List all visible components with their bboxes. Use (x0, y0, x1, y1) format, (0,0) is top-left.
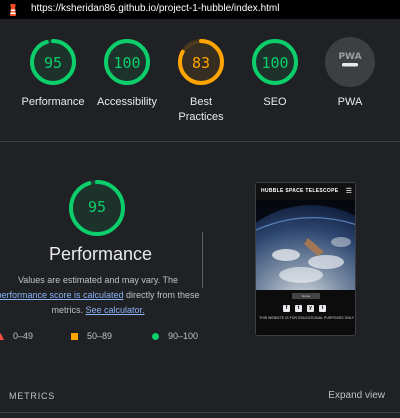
gauge-label: SEO (263, 96, 287, 108)
gauge-label: Performance (21, 96, 85, 108)
legend-pass: 90–100 (152, 331, 198, 341)
gauge-score: 83 (191, 54, 211, 72)
youtube-icon: y (307, 305, 314, 312)
hamburger-icon: ☰ (345, 188, 352, 195)
score-calculated-link[interactable]: performance score is calculated (0, 290, 124, 300)
gauge-label: Best Practices (161, 95, 241, 125)
metrics-divider (0, 412, 400, 413)
note-line3-prefix: metrics. (51, 305, 86, 315)
gauge-label-line1: Best (189, 96, 212, 108)
category-gauges: 95 Performance 100 Accessibility 83 Best… (0, 19, 400, 137)
gauge-score: 100 (261, 54, 289, 72)
metrics-heading: METRICS (9, 391, 56, 401)
screenshot-nav: HUBBLE SPACE TELESCOPE ☰ (256, 183, 355, 200)
gauge-score: 100 (113, 54, 141, 72)
square-icon (71, 332, 78, 340)
earth-image (256, 200, 355, 290)
legend-average-label: 50–89 (87, 331, 113, 341)
legend-pass-label: 90–100 (168, 331, 199, 341)
screenshot-site-title: HUBBLE SPACE TELESCOPE (261, 188, 339, 194)
gauge-label: PWA (337, 96, 363, 108)
facebook-icon: f (283, 305, 290, 312)
see-calculator-link[interactable]: See calculator. (85, 305, 144, 315)
legend-fail-label: 0–49 (13, 331, 34, 341)
social-icons: f t y i (283, 305, 326, 312)
gauge-label-line2: Practices (178, 111, 224, 123)
score-legend: 0–49 50–89 90–100 (0, 331, 210, 345)
circle-icon (152, 332, 159, 340)
screenshot-footer: f t y i THIS WEBSITE IS FOR EDUCATIONAL … (256, 300, 355, 335)
performance-score: 95 (87, 198, 107, 216)
page-url[interactable]: https://ksheridan86.github.io/project-1-… (31, 3, 279, 14)
screenshot-tag: Home (292, 293, 320, 299)
performance-note: Values are estimated and may vary. The p… (0, 273, 204, 318)
screenshot-disclaimer: THIS WEBSITE IS FOR EDUCATIONAL PURPOSES… (259, 316, 355, 320)
pwa-badge-icon: PWA (325, 37, 375, 87)
note-after-link: directly from these (123, 290, 200, 300)
legend-average: 50–89 (71, 331, 112, 341)
expand-view-button[interactable]: Expand view (328, 390, 385, 401)
gauge-score: 95 (43, 54, 63, 72)
instagram-icon: i (319, 305, 326, 312)
gauge-label: Accessibility (97, 96, 157, 108)
pwa-badge-text: PWA (338, 52, 361, 62)
vertical-divider (202, 232, 203, 288)
legend-fail: 0–49 (0, 331, 33, 341)
lighthouse-icon (10, 4, 16, 16)
url-bar: https://ksheridan86.github.io/project-1-… (0, 0, 400, 19)
page-screenshot[interactable]: HUBBLE SPACE TELESCOPE ☰ Home f t y i TH… (255, 182, 356, 336)
twitter-icon: t (295, 305, 302, 312)
triangle-icon (0, 332, 4, 340)
performance-title: Performance (49, 244, 153, 264)
note-line1: Values are estimated and may vary. The (17, 275, 179, 285)
section-divider (0, 141, 400, 142)
